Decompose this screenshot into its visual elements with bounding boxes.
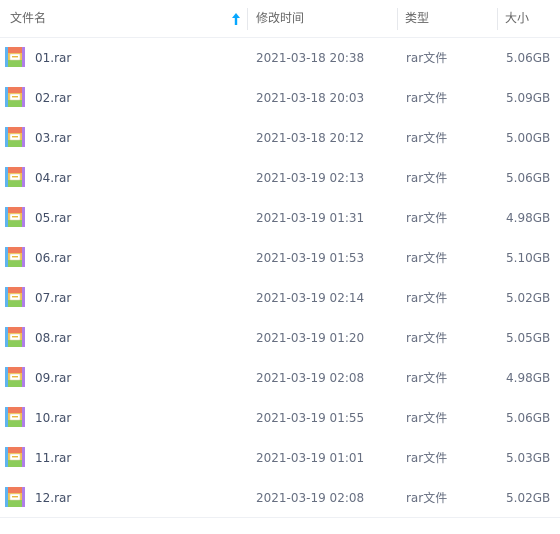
column-header-modified[interactable]: 修改时间 bbox=[247, 0, 397, 37]
file-type: rar文件 bbox=[406, 211, 448, 225]
file-type: rar文件 bbox=[406, 291, 448, 305]
file-row[interactable]: 09.rar 2021-03-19 02:08 rar文件 4.98GB bbox=[0, 358, 560, 398]
file-row[interactable]: 11.rar 2021-03-19 01:01 rar文件 5.03GB bbox=[0, 438, 560, 478]
file-size: 5.00GB bbox=[506, 131, 551, 145]
rar-archive-icon bbox=[5, 87, 25, 107]
rar-archive-icon bbox=[5, 447, 25, 467]
column-header-type-label: 类型 bbox=[405, 11, 430, 25]
file-type: rar文件 bbox=[406, 91, 448, 105]
rar-archive-icon bbox=[5, 367, 25, 387]
file-type: rar文件 bbox=[406, 411, 448, 425]
file-modified-time: 2021-03-18 20:03 bbox=[256, 91, 365, 105]
file-row[interactable]: 02.rar 2021-03-18 20:03 rar文件 5.09GB bbox=[0, 78, 560, 118]
file-size: 5.05GB bbox=[506, 331, 551, 345]
file-type: rar文件 bbox=[406, 491, 448, 505]
file-modified-time: 2021-03-19 01:55 bbox=[256, 411, 365, 425]
column-header-type[interactable]: 类型 bbox=[397, 0, 497, 37]
rar-archive-icon bbox=[5, 247, 25, 267]
file-rows: 01.rar 2021-03-18 20:38 rar文件 5.06GB 02.… bbox=[0, 38, 560, 518]
sort-ascending-arrow-icon[interactable] bbox=[231, 12, 241, 26]
file-size: 5.03GB bbox=[506, 451, 551, 465]
file-modified-time: 2021-03-18 20:38 bbox=[256, 51, 365, 65]
file-name[interactable]: 09.rar bbox=[35, 358, 71, 398]
file-modified-time: 2021-03-19 01:20 bbox=[256, 331, 365, 345]
file-size: 4.98GB bbox=[506, 371, 551, 385]
file-row[interactable]: 04.rar 2021-03-19 02:13 rar文件 5.06GB bbox=[0, 158, 560, 198]
file-name[interactable]: 05.rar bbox=[35, 198, 71, 238]
rar-archive-icon bbox=[5, 127, 25, 147]
file-type: rar文件 bbox=[406, 331, 448, 345]
rar-archive-icon bbox=[5, 327, 25, 347]
file-modified-time: 2021-03-19 01:53 bbox=[256, 251, 365, 265]
file-modified-time: 2021-03-19 02:14 bbox=[256, 291, 365, 305]
file-modified-time: 2021-03-19 01:31 bbox=[256, 211, 365, 225]
file-name[interactable]: 08.rar bbox=[35, 318, 71, 358]
file-size: 5.02GB bbox=[506, 491, 551, 505]
file-size: 5.10GB bbox=[506, 251, 551, 265]
file-name[interactable]: 07.rar bbox=[35, 278, 71, 318]
file-row[interactable]: 06.rar 2021-03-19 01:53 rar文件 5.10GB bbox=[0, 238, 560, 278]
file-name[interactable]: 02.rar bbox=[35, 78, 71, 118]
file-name[interactable]: 10.rar bbox=[35, 398, 71, 438]
file-type: rar文件 bbox=[406, 371, 448, 385]
file-row[interactable]: 12.rar 2021-03-19 02:08 rar文件 5.02GB bbox=[0, 478, 560, 518]
file-size: 5.09GB bbox=[506, 91, 551, 105]
file-row[interactable]: 08.rar 2021-03-19 01:20 rar文件 5.05GB bbox=[0, 318, 560, 358]
file-list: 文件名 修改时间 类型 大小 01.rar 2021-03-18 20:38 r… bbox=[0, 0, 560, 518]
file-list-header: 文件名 修改时间 类型 大小 bbox=[0, 0, 560, 38]
file-type: rar文件 bbox=[406, 251, 448, 265]
file-name[interactable]: 03.rar bbox=[35, 118, 71, 158]
file-name[interactable]: 01.rar bbox=[35, 38, 71, 78]
rar-archive-icon bbox=[5, 487, 25, 507]
file-name[interactable]: 12.rar bbox=[35, 478, 71, 518]
rar-archive-icon bbox=[5, 287, 25, 307]
file-row[interactable]: 01.rar 2021-03-18 20:38 rar文件 5.06GB bbox=[0, 38, 560, 78]
file-modified-time: 2021-03-19 02:13 bbox=[256, 171, 365, 185]
column-header-size-label: 大小 bbox=[505, 11, 530, 25]
file-type: rar文件 bbox=[406, 131, 448, 145]
file-modified-time: 2021-03-18 20:12 bbox=[256, 131, 365, 145]
file-size: 5.02GB bbox=[506, 291, 551, 305]
file-size: 4.98GB bbox=[506, 211, 551, 225]
file-name[interactable]: 11.rar bbox=[35, 438, 71, 478]
file-name[interactable]: 04.rar bbox=[35, 158, 71, 198]
column-header-name[interactable]: 文件名 bbox=[0, 0, 247, 37]
file-modified-time: 2021-03-19 02:08 bbox=[256, 491, 365, 505]
file-size: 5.06GB bbox=[506, 411, 551, 425]
file-type: rar文件 bbox=[406, 51, 448, 65]
column-header-size[interactable]: 大小 bbox=[497, 0, 560, 37]
file-modified-time: 2021-03-19 02:08 bbox=[256, 371, 365, 385]
file-name[interactable]: 06.rar bbox=[35, 238, 71, 278]
file-type: rar文件 bbox=[406, 171, 448, 185]
file-size: 5.06GB bbox=[506, 171, 551, 185]
column-header-modified-label: 修改时间 bbox=[256, 11, 305, 25]
file-row[interactable]: 10.rar 2021-03-19 01:55 rar文件 5.06GB bbox=[0, 398, 560, 438]
file-type: rar文件 bbox=[406, 451, 448, 465]
rar-archive-icon bbox=[5, 407, 25, 427]
file-row[interactable]: 03.rar 2021-03-18 20:12 rar文件 5.00GB bbox=[0, 118, 560, 158]
file-modified-time: 2021-03-19 01:01 bbox=[256, 451, 365, 465]
column-header-name-label: 文件名 bbox=[10, 11, 47, 25]
list-bottom-divider bbox=[0, 517, 560, 518]
rar-archive-icon bbox=[5, 47, 25, 67]
file-row[interactable]: 07.rar 2021-03-19 02:14 rar文件 5.02GB bbox=[0, 278, 560, 318]
rar-archive-icon bbox=[5, 207, 25, 227]
file-row[interactable]: 05.rar 2021-03-19 01:31 rar文件 4.98GB bbox=[0, 198, 560, 238]
rar-archive-icon bbox=[5, 167, 25, 187]
file-size: 5.06GB bbox=[506, 51, 551, 65]
